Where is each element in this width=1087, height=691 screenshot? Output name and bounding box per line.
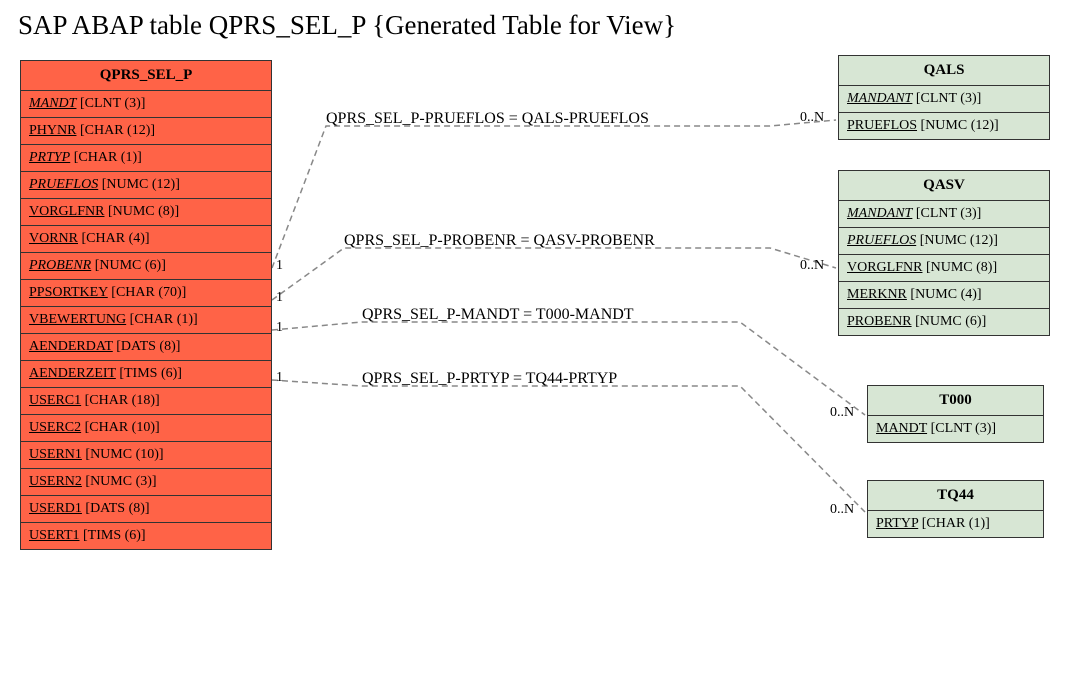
- field-name: USERC1: [29, 393, 81, 408]
- cardinality-left: 1: [276, 258, 283, 274]
- field-row: PRUEFLOS [NUMC (12)]: [839, 113, 1049, 139]
- entity-header: QALS: [839, 56, 1049, 86]
- relation-label: QPRS_SEL_P-MANDT = T000-MANDT: [362, 306, 634, 324]
- field-row: USERC2 [CHAR (10)]: [21, 415, 271, 442]
- field-name: PRTYP: [29, 150, 70, 165]
- entity-t000: T000MANDT [CLNT (3)]: [867, 385, 1044, 443]
- cardinality-left: 1: [276, 370, 283, 386]
- field-name: USERC2: [29, 420, 81, 435]
- field-row: VBEWERTUNG [CHAR (1)]: [21, 307, 271, 334]
- field-row: MERKNR [NUMC (4)]: [839, 282, 1049, 309]
- field-row: USERN2 [NUMC (3)]: [21, 469, 271, 496]
- cardinality-right: 0..N: [800, 110, 824, 126]
- field-row: VORNR [CHAR (4)]: [21, 226, 271, 253]
- entity-header: T000: [868, 386, 1043, 416]
- cardinality-left: 1: [276, 320, 283, 336]
- field-row: AENDERDAT [DATS (8)]: [21, 334, 271, 361]
- entity-tq44: TQ44PRTYP [CHAR (1)]: [867, 480, 1044, 538]
- field-name: USERN2: [29, 474, 82, 489]
- field-row: MANDT [CLNT (3)]: [21, 91, 271, 118]
- field-row: PRUEFLOS [NUMC (12)]: [21, 172, 271, 199]
- field-name: PRUEFLOS: [29, 177, 98, 192]
- field-row: PROBENR [NUMC (6)]: [839, 309, 1049, 335]
- field-name: VBEWERTUNG: [29, 312, 126, 327]
- field-name: PRUEFLOS: [847, 233, 916, 248]
- cardinality-right: 0..N: [830, 502, 854, 518]
- cardinality-right: 0..N: [830, 405, 854, 421]
- field-name: PRUEFLOS: [847, 118, 917, 133]
- field-name: VORGLFNR: [29, 204, 104, 219]
- field-name: MANDT: [29, 96, 76, 111]
- field-row: USERT1 [TIMS (6)]: [21, 523, 271, 549]
- relation-label: QPRS_SEL_P-PRTYP = TQ44-PRTYP: [362, 370, 617, 388]
- field-name: PRTYP: [876, 516, 918, 531]
- field-name: PPSORTKEY: [29, 285, 108, 300]
- field-row: PHYNR [CHAR (12)]: [21, 118, 271, 145]
- entity-header: QASV: [839, 171, 1049, 201]
- cardinality-right: 0..N: [800, 258, 824, 274]
- field-row: VORGLFNR [NUMC (8)]: [839, 255, 1049, 282]
- field-row: PRTYP [CHAR (1)]: [868, 511, 1043, 537]
- entity-header: QPRS_SEL_P: [21, 61, 271, 91]
- field-row: USERC1 [CHAR (18)]: [21, 388, 271, 415]
- relation-label: QPRS_SEL_P-PROBENR = QASV-PROBENR: [344, 232, 655, 250]
- field-row: PRUEFLOS [NUMC (12)]: [839, 228, 1049, 255]
- page-title: SAP ABAP table QPRS_SEL_P {Generated Tab…: [18, 10, 676, 41]
- field-name: MANDANT: [847, 91, 912, 106]
- field-row: AENDERZEIT [TIMS (6)]: [21, 361, 271, 388]
- field-row: PPSORTKEY [CHAR (70)]: [21, 280, 271, 307]
- field-row: MANDANT [CLNT (3)]: [839, 201, 1049, 228]
- entity-qasv: QASVMANDANT [CLNT (3)]PRUEFLOS [NUMC (12…: [838, 170, 1050, 336]
- field-name: PROBENR: [847, 314, 912, 329]
- field-row: VORGLFNR [NUMC (8)]: [21, 199, 271, 226]
- field-row: PRTYP [CHAR (1)]: [21, 145, 271, 172]
- entity-qprs-sel-p: QPRS_SEL_P MANDT [CLNT (3)]PHYNR [CHAR (…: [20, 60, 272, 550]
- field-row: MANDANT [CLNT (3)]: [839, 86, 1049, 113]
- entity-header: TQ44: [868, 481, 1043, 511]
- field-row: USERD1 [DATS (8)]: [21, 496, 271, 523]
- field-row: MANDT [CLNT (3)]: [868, 416, 1043, 442]
- field-row: USERN1 [NUMC (10)]: [21, 442, 271, 469]
- field-name: VORGLFNR: [847, 260, 922, 275]
- field-name: PROBENR: [29, 258, 91, 273]
- field-name: MANDANT: [847, 206, 912, 221]
- field-name: MANDT: [876, 421, 927, 436]
- field-name: VORNR: [29, 231, 78, 246]
- entity-qals: QALSMANDANT [CLNT (3)]PRUEFLOS [NUMC (12…: [838, 55, 1050, 140]
- field-name: USERN1: [29, 447, 82, 462]
- field-name: MERKNR: [847, 287, 907, 302]
- field-name: USERD1: [29, 501, 82, 516]
- field-name: AENDERZEIT: [29, 366, 116, 381]
- field-name: USERT1: [29, 528, 80, 543]
- field-name: AENDERDAT: [29, 339, 113, 354]
- field-name: PHYNR: [29, 123, 76, 138]
- relation-label: QPRS_SEL_P-PRUEFLOS = QALS-PRUEFLOS: [326, 110, 649, 128]
- field-row: PROBENR [NUMC (6)]: [21, 253, 271, 280]
- cardinality-left: 1: [276, 290, 283, 306]
